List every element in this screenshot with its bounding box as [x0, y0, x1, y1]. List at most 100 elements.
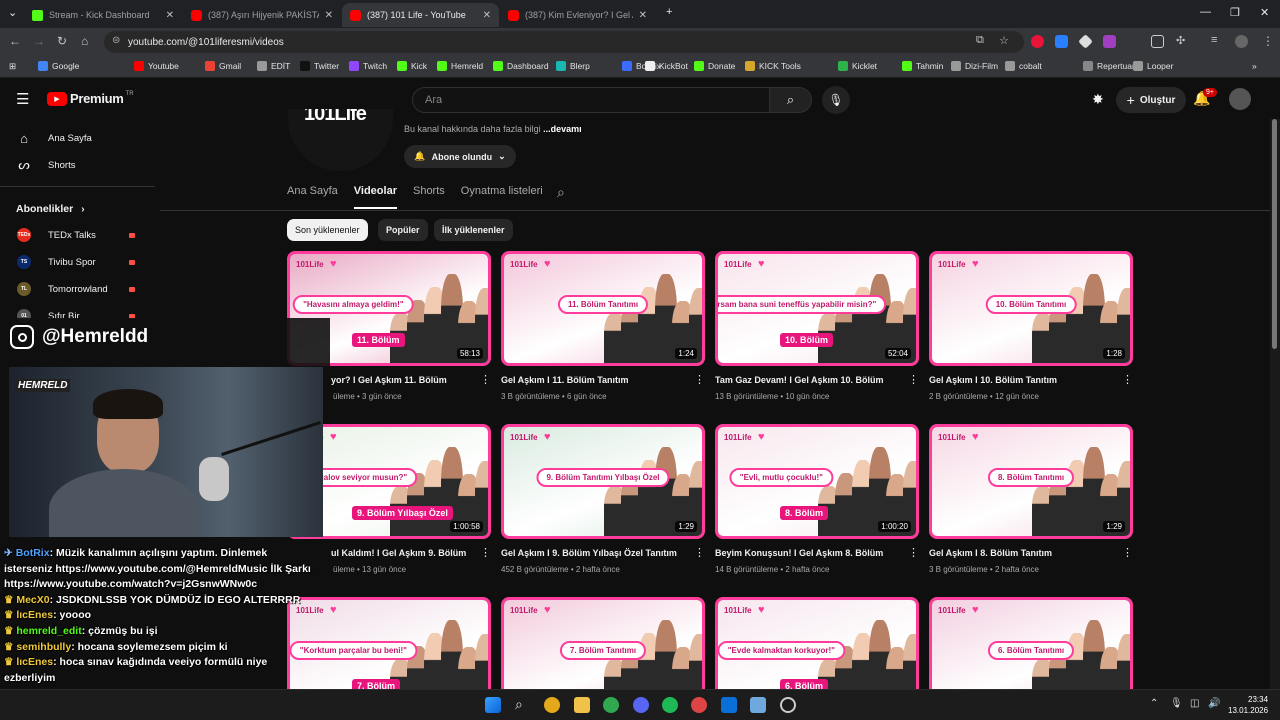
sidebar-item-subscription[interactable]: TEDx TEDx Talks — [0, 222, 155, 248]
filter-chip[interactable]: Popüler — [378, 219, 428, 241]
bookmark-item[interactable]: Looper — [1133, 61, 1173, 71]
about-more-link[interactable]: ...devamı — [543, 124, 582, 134]
bookmark-item[interactable]: Blerp — [556, 61, 590, 71]
site-info-icon[interactable]: ⊜ — [112, 35, 120, 46]
create-button[interactable]: + Oluştur — [1116, 87, 1186, 113]
extension-red-icon[interactable] — [1031, 35, 1044, 48]
side-panel-icon[interactable] — [1151, 35, 1164, 48]
obs-icon[interactable] — [780, 697, 796, 713]
forward-icon[interactable]: → — [33, 34, 45, 48]
video-title[interactable]: Gel Aşkım I 9. Bölüm Yılbaşı Özel Tanıtı… — [501, 548, 691, 558]
youtube-premium-logo[interactable]: ▶ Premium TR — [47, 91, 134, 106]
browser-tab[interactable]: Stream - Kick Dashboard ✕ — [24, 3, 182, 27]
video-thumbnail[interactable]: 101Life ♥ "Evli, mutlu çocuklu!" 8. Bölüm 1:… — [715, 424, 919, 539]
more-actions-icon[interactable]: ⋮ — [480, 546, 491, 559]
more-actions-icon[interactable]: ⋮ — [694, 546, 705, 559]
video-title[interactable]: Tam Gaz Devam! I Gel Aşkım 10. Bölüm — [715, 375, 905, 385]
sidebar-item-home[interactable]: ⌂ Ana Sayfa — [0, 125, 155, 151]
install-app-icon[interactable]: ⧉ — [976, 34, 984, 47]
media-control-icon[interactable]: ≡ — [1211, 34, 1217, 46]
steam-icon[interactable] — [750, 697, 766, 713]
bookmark-item[interactable]: EDİT — [257, 61, 290, 71]
channel-avatar[interactable]: 101Life — [288, 109, 393, 171]
extensions-puzzle-icon[interactable]: ✣ — [1176, 34, 1185, 47]
tray-mic-icon[interactable]: 🎙 — [1170, 698, 1183, 709]
bookmark-item[interactable]: Dizi-Film — [951, 61, 998, 71]
channel-tab[interactable]: Shorts — [413, 185, 445, 209]
chrome-menu-icon[interactable]: ⋮ — [1262, 34, 1274, 48]
bookmark-item[interactable]: Kick — [397, 61, 427, 71]
extension-diamond-icon[interactable] — [1078, 34, 1093, 49]
bookmark-item[interactable]: Donate — [694, 61, 735, 71]
bookmark-item[interactable]: Dashboard — [493, 61, 549, 71]
network-icon[interactable]: ◫ — [1190, 698, 1199, 709]
address-bar[interactable]: ⊜ youtube.com/@101liferesmi/videos — [104, 31, 1024, 53]
chrome-profile-icon[interactable] — [603, 697, 619, 713]
video-thumbnail[interactable]: 101Life ♥ 11. Bölüm Tanıtımı 1:24 — [501, 251, 705, 366]
video-thumbnail[interactable]: 101Life ♥ 10. Bölüm Tanıtımı 1:28 — [929, 251, 1133, 366]
video-thumbnail[interactable]: 101Life ♥ 9. Bölüm Tanıtımı Yılbaşı Özel 1:… — [501, 424, 705, 539]
video-card[interactable]: 101Life ♥ 10. Bölüm Tanıtımı 1:28 Gel Aşkım … — [929, 251, 1133, 401]
chrome-alt-icon[interactable] — [691, 697, 707, 713]
spotify-icon[interactable] — [662, 697, 678, 713]
new-tab-icon[interactable]: + — [666, 6, 672, 18]
bookmark-item[interactable]: Hemreld — [437, 61, 483, 71]
video-thumbnail[interactable]: 101Life ♥ 8. Bölüm Tanıtımı 1:29 — [929, 424, 1133, 539]
home-icon[interactable]: ⌂ — [81, 34, 88, 48]
filter-chip[interactable]: Son yüklenenler — [287, 219, 368, 241]
bookmark-item[interactable]: cobalt — [1005, 61, 1042, 71]
sidebar-item-subscription[interactable]: TS Tivibu Spor — [0, 249, 155, 275]
close-tab-icon[interactable]: ✕ — [639, 10, 647, 21]
bookmark-item[interactable]: Tahmin — [902, 61, 943, 71]
cast-icon[interactable]: ✸ — [1092, 91, 1104, 108]
close-tab-icon[interactable]: ✕ — [325, 10, 333, 21]
browser-tab[interactable]: (387) 101 Life - YouTube ✕ — [342, 3, 499, 27]
page-scrollbar[interactable] — [1270, 119, 1280, 689]
video-card[interactable]: 101Life ♥ 9. Bölüm Tanıtımı Yılbaşı Özel 1:… — [501, 424, 705, 574]
extension-blue-icon[interactable] — [1055, 35, 1068, 48]
more-actions-icon[interactable]: ⋮ — [1122, 546, 1133, 559]
volume-icon[interactable]: 🔊 — [1208, 698, 1220, 709]
browser-tab[interactable]: (387) Kim Evleniyor? I Gel Aşkım... ✕ — [500, 3, 655, 27]
channel-about[interactable]: Bu kanal hakkında daha fazla bilgi ...de… — [404, 124, 582, 134]
apps-grid-icon[interactable]: ⊞ — [9, 61, 16, 72]
browser-tab[interactable]: (387) Aşırı Hijyenik PAKİSTAN Sokak... ✕ — [183, 3, 341, 27]
bookmark-item[interactable]: KickBot — [645, 61, 688, 71]
profile-avatar[interactable] — [1235, 35, 1248, 48]
scrollbar-thumb[interactable] — [1272, 119, 1277, 349]
video-card[interactable]: 101Life ♥ 11. Bölüm Tanıtımı 1:24 Gel Aşkım … — [501, 251, 705, 401]
filter-chip[interactable]: İlk yüklenenler — [434, 219, 513, 241]
video-card[interactable]: 101Life ♥ 8. Bölüm Tanıtımı 1:29 Gel Aşkım I… — [929, 424, 1133, 574]
bookmark-star-icon[interactable]: ☆ — [999, 34, 1009, 47]
discord-icon[interactable] — [633, 697, 649, 713]
bookmark-item[interactable]: Repertuar — [1083, 61, 1135, 71]
video-title[interactable]: Gel Aşkım I 10. Bölüm Tanıtım — [929, 375, 1119, 385]
taskbar-search-icon[interactable]: ⌕ — [515, 696, 523, 713]
more-actions-icon[interactable]: ⋮ — [908, 373, 919, 386]
video-card[interactable]: 101Life ♥ "Evli, mutlu çocuklu!" 8. Bölüm 1:… — [715, 424, 919, 574]
video-thumbnail[interactable]: 101Life ♥ "Boşulursam bana suni teneffüs y… — [715, 251, 919, 366]
bookmark-item[interactable]: Twitter — [300, 61, 339, 71]
bookmark-item[interactable]: Kicklet — [838, 61, 877, 71]
account-avatar[interactable] — [1229, 88, 1251, 110]
windows-start-icon[interactable] — [485, 697, 501, 713]
reload-icon[interactable]: ↻ — [57, 34, 67, 48]
sidebar-item-shorts[interactable]: ᔕ Shorts — [0, 152, 155, 178]
search-button[interactable]: ⌕ — [770, 87, 812, 113]
close-tab-icon[interactable]: ✕ — [483, 10, 491, 21]
close-window-icon[interactable]: ✕ — [1260, 6, 1269, 19]
close-tab-icon[interactable]: ✕ — [166, 10, 174, 21]
file-explorer-icon[interactable] — [574, 697, 590, 713]
minimize-icon[interactable]: — — [1200, 6, 1211, 18]
hamburger-menu-icon[interactable]: ☰ — [16, 90, 29, 108]
video-title[interactable]: Gel Aşkım I 11. Bölüm Tanıtım — [501, 375, 691, 385]
app-blue-icon[interactable] — [721, 697, 737, 713]
sidebar-item-subscription[interactable]: TL Tomorrowland — [0, 276, 155, 302]
clock[interactable]: 23:34 13.01.2026 — [1228, 694, 1268, 716]
bookmark-item[interactable]: Twitch — [349, 61, 387, 71]
maximize-icon[interactable]: ❐ — [1230, 6, 1240, 19]
bookmark-item[interactable]: Gmail — [205, 61, 241, 71]
tray-chevron-icon[interactable]: ⌃ — [1150, 698, 1158, 709]
channel-tab[interactable]: Oynatma listeleri — [461, 185, 543, 209]
more-actions-icon[interactable]: ⋮ — [694, 373, 705, 386]
